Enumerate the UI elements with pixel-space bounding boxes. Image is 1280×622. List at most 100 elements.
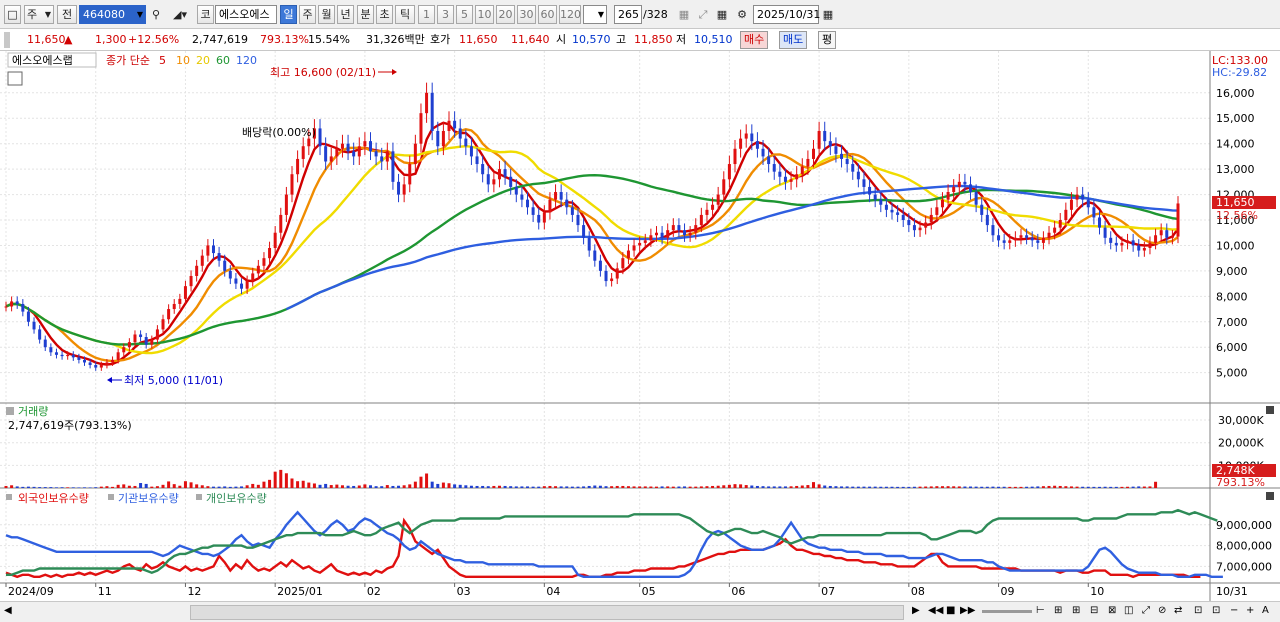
scroll-left-icon[interactable]: ◀ <box>4 604 12 618</box>
legend-foreign: 외국인보유수량 <box>18 492 89 505</box>
candle-body <box>492 179 496 185</box>
interval-custom-select[interactable]: ▼ <box>583 5 607 24</box>
tab-tick[interactable]: 틱 <box>395 5 415 24</box>
chart-tool-icon[interactable]: ⤢ <box>1142 604 1150 618</box>
zoom-out-icon[interactable]: − <box>1230 604 1238 618</box>
tab-day[interactable]: 일 <box>280 5 297 24</box>
candle-body <box>1075 194 1079 200</box>
stock-chart[interactable]: 5,0006,0007,0008,0009,00010,00011,00012,… <box>0 51 1280 601</box>
stop-icon[interactable]: ■ <box>946 604 955 618</box>
chart-tool-icon[interactable]: ⇄ <box>1174 604 1182 618</box>
candle-body <box>26 311 30 322</box>
period-select[interactable]: 주 ▼ <box>24 5 54 24</box>
tab-week[interactable]: 주 <box>299 5 316 24</box>
grid-icon[interactable]: ▦ <box>675 5 693 24</box>
volume-bar <box>172 484 176 488</box>
close-icon[interactable] <box>1266 492 1274 500</box>
interval-1[interactable]: 1 <box>418 5 435 24</box>
stock-code-input[interactable]: 464080 ▼ <box>79 5 146 24</box>
speed-slider[interactable] <box>982 610 1032 613</box>
volume-bar <box>772 486 776 488</box>
interval-3[interactable]: 3 <box>437 5 454 24</box>
crosshair-icon[interactable]: ⤢ <box>694 5 712 24</box>
interval-30[interactable]: 30 <box>517 5 536 24</box>
panel-handle[interactable] <box>6 407 14 415</box>
save-icon[interactable]: ▦ <box>713 5 731 24</box>
volume-bar <box>755 485 759 488</box>
search-icon[interactable]: ⚲ <box>148 5 164 24</box>
chart-tool-icon[interactable]: ⊞ <box>1072 604 1080 618</box>
volume-bar <box>127 485 131 488</box>
candle-body <box>862 179 866 187</box>
candle-body <box>576 214 580 226</box>
candle-body <box>318 128 322 147</box>
volume-title: 거래량 <box>18 405 48 418</box>
candle-body <box>963 181 967 185</box>
candle-body <box>60 354 64 357</box>
volume-bar <box>290 478 294 488</box>
candle-body <box>935 207 939 215</box>
zoom-in-icon[interactable]: + <box>1246 604 1254 618</box>
interval-120[interactable]: 120 <box>559 5 581 24</box>
chart-tool-icon[interactable]: ⊢ <box>1036 604 1045 618</box>
sell-button[interactable]: 매도 <box>779 31 808 49</box>
candle-body <box>907 220 911 226</box>
candle-body <box>722 179 726 195</box>
chart-tool-icon[interactable]: ⊠ <box>1108 604 1116 618</box>
gear-icon[interactable]: ⚙ <box>733 5 751 24</box>
bid-price: 11,640 <box>511 33 550 46</box>
chevron-down-icon: ▼ <box>136 10 143 19</box>
volume-bar <box>946 486 950 488</box>
volume-bar <box>374 486 378 488</box>
window-icon[interactable]: □ <box>4 5 21 24</box>
tab-year[interactable]: 년 <box>337 5 354 24</box>
chart-tool-icon[interactable]: ◫ <box>1124 604 1133 618</box>
panel-handle <box>108 494 114 500</box>
buy-button[interactable]: 매수 <box>740 31 769 49</box>
fast-forward-icon[interactable]: ▶▶ <box>960 604 975 618</box>
candle-body <box>1103 227 1107 238</box>
scroll-thumb[interactable] <box>190 605 904 620</box>
calculator-icon[interactable] <box>7 71 23 86</box>
chart-tool-icon[interactable]: ⊡ <box>1212 604 1220 618</box>
scroll-right-icon[interactable]: ▶ <box>912 604 920 618</box>
volume-bar <box>122 484 126 488</box>
candle-body <box>918 227 922 231</box>
holding-tick-label: 9,000,000 <box>1216 519 1272 532</box>
price-change-pct: +12.56% <box>128 33 180 46</box>
mode-select[interactable]: 전 <box>57 5 77 24</box>
interval-5[interactable]: 5 <box>456 5 473 24</box>
close-icon[interactable] <box>1266 406 1274 414</box>
rewind-icon[interactable]: ◀◀ <box>928 604 943 618</box>
tab-month[interactable]: 월 <box>318 5 335 24</box>
chart-tool-icon[interactable]: ⊞ <box>1054 604 1062 618</box>
volume-bar <box>150 486 154 488</box>
eval-button[interactable]: 평 <box>818 31 837 49</box>
text-size-icon[interactable]: A <box>1262 604 1269 618</box>
interval-20[interactable]: 20 <box>496 5 515 24</box>
volume-bar <box>789 486 793 488</box>
candle-body <box>71 354 75 358</box>
panel-handle[interactable] <box>6 494 12 500</box>
date-input[interactable]: 2025/10/31 <box>753 5 820 24</box>
legend-institution: 기관보유수량 <box>118 492 179 505</box>
calendar-icon[interactable]: ▦ <box>820 5 836 24</box>
chart-tool-icon[interactable]: ⊘ <box>1158 604 1166 618</box>
candle-body <box>307 138 311 147</box>
chart-tool-icon[interactable]: ⊡ <box>1194 604 1202 618</box>
interval-60[interactable]: 60 <box>538 5 557 24</box>
speaker-icon[interactable]: ◢▾ <box>166 5 194 24</box>
candle-body <box>139 334 143 338</box>
tab-second[interactable]: 초 <box>376 5 393 24</box>
tab-minute[interactable]: 분 <box>357 5 374 24</box>
volume-bar <box>211 486 215 488</box>
candle-body <box>666 230 670 238</box>
volume-bar <box>1137 486 1141 488</box>
chart-tool-icon[interactable]: ⊟ <box>1090 604 1098 618</box>
chart-scrollbar[interactable]: ◀ ▶ ◀◀ ■ ▶▶ ⊢ ⊞ ⊞ ⊟ ⊠ ◫ ⤢ ⊘ ⇄ ⊡ ⊡ − + A <box>0 601 1280 622</box>
stock-name-field[interactable]: 에스오에스 <box>215 5 277 24</box>
interval-10[interactable]: 10 <box>475 5 494 24</box>
market-button[interactable]: 코 <box>197 5 214 24</box>
count-input[interactable]: 265 <box>614 5 642 24</box>
volume-bar <box>593 485 597 488</box>
